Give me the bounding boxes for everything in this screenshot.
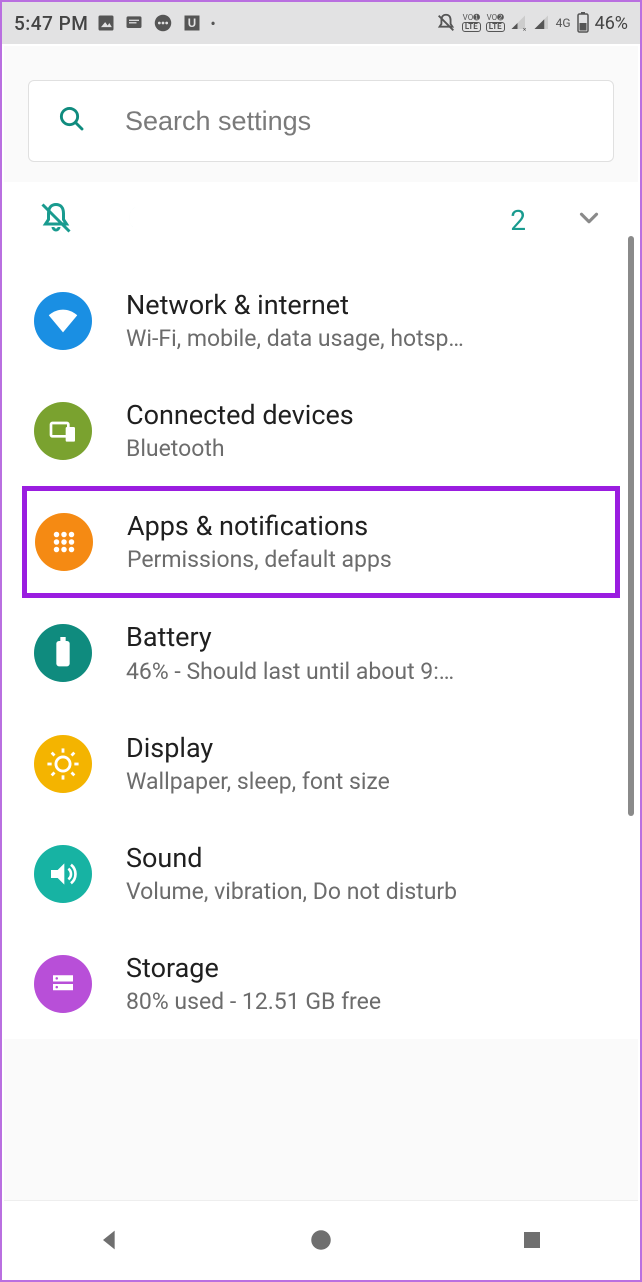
message-icon bbox=[124, 13, 144, 33]
row-subtitle: 46% - Should last until about 9:… bbox=[126, 656, 608, 687]
row-battery[interactable]: Battery 46% - Should last until about 9:… bbox=[4, 598, 638, 708]
row-title: Display bbox=[126, 731, 608, 766]
signal1-icon: × bbox=[510, 14, 528, 32]
row-subtitle: Wi-Fi, mobile, data usage, hotsp… bbox=[126, 323, 608, 354]
storage-icon bbox=[34, 955, 92, 1013]
back-button[interactable] bbox=[92, 1222, 128, 1258]
navigation-bar bbox=[4, 1200, 638, 1278]
home-button[interactable] bbox=[303, 1222, 339, 1258]
row-subtitle: Bluetooth bbox=[126, 433, 608, 464]
search-box[interactable] bbox=[28, 80, 614, 162]
u-icon: U bbox=[182, 13, 202, 33]
row-apps[interactable]: Apps & notifications Permissions, defaul… bbox=[22, 486, 620, 598]
moon-icon[interactable] bbox=[122, 201, 156, 239]
row-title: Apps & notifications bbox=[127, 509, 607, 544]
svg-text:U: U bbox=[188, 17, 196, 30]
row-title: Network & internet bbox=[126, 288, 608, 323]
row-sound[interactable]: Sound Volume, vibration, Do not disturb bbox=[4, 819, 638, 929]
row-network[interactable]: Network & internet Wi-Fi, mobile, data u… bbox=[4, 266, 638, 376]
chevron-down-icon[interactable] bbox=[574, 203, 604, 237]
volte2-icon: VO➋LTE bbox=[486, 14, 505, 32]
mute-icon[interactable] bbox=[38, 200, 74, 240]
row-subtitle: 80% used - 12.51 GB free bbox=[126, 986, 608, 1017]
brightness-icon bbox=[34, 735, 92, 793]
photo-icon bbox=[96, 13, 116, 33]
dot-icon: • bbox=[210, 14, 215, 33]
search-icon bbox=[57, 104, 87, 138]
settings-list: Network & internet Wi-Fi, mobile, data u… bbox=[4, 266, 638, 1039]
row-connected[interactable]: Connected devices Bluetooth bbox=[4, 376, 638, 486]
row-subtitle: Volume, vibration, Do not disturb bbox=[126, 876, 608, 907]
volte1-icon: VO➊LTE bbox=[462, 14, 481, 32]
battery-icon bbox=[34, 624, 92, 682]
battery-icon bbox=[576, 12, 590, 34]
status-bar: 5:47 PM U • VO➊LTE VO➋LTE × 4G 46% bbox=[2, 2, 640, 44]
sound-icon bbox=[34, 845, 92, 903]
svg-text:×: × bbox=[522, 25, 526, 32]
apps-icon bbox=[35, 513, 93, 571]
settings-content: 2 Network & internet Wi-Fi, mobile, data… bbox=[4, 46, 638, 1200]
devices-icon bbox=[34, 402, 92, 460]
row-subtitle: Wallpaper, sleep, font size bbox=[126, 766, 608, 797]
dnd-icon bbox=[435, 12, 457, 34]
row-storage[interactable]: Storage 80% used - 12.51 GB free bbox=[4, 929, 638, 1039]
row-display[interactable]: Display Wallpaper, sleep, font size bbox=[4, 709, 638, 819]
signal2-icon bbox=[533, 14, 551, 32]
row-title: Battery bbox=[126, 620, 608, 655]
chat-icon bbox=[152, 12, 174, 34]
quick-settings-row[interactable]: 2 bbox=[4, 182, 638, 266]
quick-count: 2 bbox=[510, 204, 526, 237]
battery-percent: 46% bbox=[595, 13, 628, 34]
row-title: Storage bbox=[126, 951, 608, 986]
recents-button[interactable] bbox=[514, 1222, 550, 1258]
scroll-indicator[interactable] bbox=[628, 236, 634, 816]
row-title: Sound bbox=[126, 841, 608, 876]
status-time: 5:47 PM bbox=[14, 12, 88, 35]
row-subtitle: Permissions, default apps bbox=[127, 544, 607, 575]
row-title: Connected devices bbox=[126, 398, 608, 433]
search-input[interactable] bbox=[125, 106, 585, 137]
network-type: 4G bbox=[556, 16, 571, 30]
wifi-icon bbox=[34, 292, 92, 350]
